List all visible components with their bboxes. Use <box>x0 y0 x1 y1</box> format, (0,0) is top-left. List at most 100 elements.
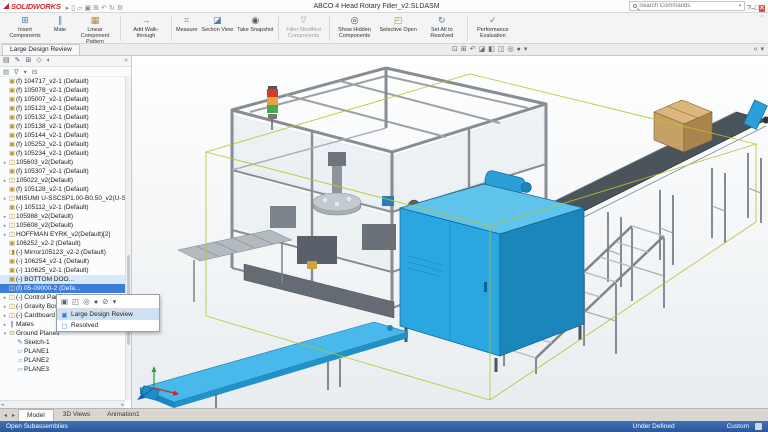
scroll-right-icon[interactable]: ▸ <box>121 402 124 408</box>
tree-item[interactable]: ▣ (f) 105007_v2-1 (Default) <box>0 95 125 104</box>
tree-item[interactable]: ▱ PLANE1 <box>0 347 125 356</box>
tree-item[interactable]: ▣ (-) 105112_v2-1 (Default) <box>0 203 125 212</box>
tree-item[interactable]: ✎ Sketch-1 <box>0 338 125 347</box>
tree-item[interactable]: ▣ (f) 105128_v2-1 (Default) <box>0 185 125 194</box>
view-orientation-icon[interactable]: ◧ <box>488 45 495 55</box>
context-isolate-icon[interactable]: ◎ <box>83 297 90 306</box>
status-options-icon[interactable] <box>755 423 762 430</box>
tree-item[interactable]: ▸ ◫ HOFFMAN EYRK_v2(Default)[2] <box>0 230 125 239</box>
save-icon[interactable]: ▣ <box>83 5 92 12</box>
previous-view-icon[interactable]: ↶ <box>470 45 476 55</box>
options-icon[interactable]: ⚙ <box>116 5 124 12</box>
dimxpertmanager-tab-icon[interactable]: ◇ <box>36 56 41 66</box>
ribbon-button-insert-components[interactable]: ⊞ Insert Components <box>2 14 48 43</box>
search-icon <box>633 4 638 8</box>
panel-splitter-icon[interactable]: « <box>124 56 128 66</box>
tree-vertical-scrollbar[interactable] <box>125 77 131 400</box>
graphics-viewport[interactable] <box>132 56 768 408</box>
infeed-conveyor[interactable] <box>139 321 410 408</box>
search-input[interactable] <box>639 3 737 9</box>
tree-item[interactable]: ▸◫MISUMI U-SSCSP1.00-B0.50_v2(U-SSCSP130… <box>0 194 125 203</box>
search-chevron-icon[interactable]: ▾ <box>739 3 742 9</box>
doc-tab-animation1[interactable]: Animation1 <box>99 409 148 421</box>
rebuild-icon[interactable]: ↻ <box>108 5 116 12</box>
ribbon-button-show-hidden[interactable]: ◎ Show Hidden Components <box>332 14 378 43</box>
context-suppress-icon[interactable]: ⊘ <box>102 297 108 306</box>
display-style-icon[interactable]: ◫ <box>498 45 505 55</box>
part-icon: ▣ <box>8 96 16 103</box>
ribbon-button-selective-open[interactable]: ◰ Selective Open <box>378 14 419 43</box>
tree-item[interactable]: ▣ (-) 110625_v2-1 (Default) <box>0 266 125 275</box>
ribbon-button-measure[interactable]: ⌗ Measure <box>174 14 199 43</box>
tree-item[interactable]: ◨ (-) Mirror105123_v2-2 (Default) <box>0 248 125 257</box>
search-commands-box[interactable]: ▾ <box>629 1 746 11</box>
scene-icon[interactable]: ▾ <box>524 45 528 55</box>
ribbon-collapse-icon[interactable]: ˆ <box>758 14 766 43</box>
context-more-icon[interactable]: ▾ <box>113 297 117 306</box>
context-appearance-icon[interactable]: ● <box>94 297 99 306</box>
tree-item[interactable]: ▣ (f) 104717_v2-1 (Default) <box>0 77 125 86</box>
tree-item[interactable]: ▣ (f) 105123_v2-1 (Default) <box>0 104 125 113</box>
ribbon-button-snapshot[interactable]: ◉ Take Snapshot <box>235 14 275 43</box>
tree-item[interactable]: ▣ (-) 106254_v2-1 (Default) <box>0 257 125 266</box>
appearance-icon[interactable]: ● <box>517 45 521 55</box>
scroll-left-icon[interactable]: ◂ <box>1 402 4 408</box>
tree-item[interactable]: ◫ (f) 05-09000-2 (Defa... <box>0 284 125 293</box>
featuremanager-tab-icon[interactable]: ▤ <box>3 56 10 66</box>
part-icon: ▣ <box>8 276 16 283</box>
context-menu-item[interactable]: ▢ Resolved <box>57 320 159 331</box>
ribbon-button-section-view[interactable]: ◪ Section View <box>199 14 235 43</box>
tree-item[interactable]: ▣ (f) 105234_v2-1 (Default) <box>0 149 125 158</box>
collapse-all-icon[interactable]: ⊟ <box>32 68 37 76</box>
doc-tab-model[interactable]: Model <box>18 409 54 421</box>
section-view-icon[interactable]: ◪ <box>479 45 486 55</box>
assembly-icon: ◫ <box>8 222 16 229</box>
ribbon-button-mate[interactable]: ∥ Mate <box>48 14 72 43</box>
tree-item-label: (f) 105128_v2-1 (Default) <box>16 186 89 193</box>
tree-item[interactable]: ▸ ◫ 105603_v2(Default) <box>0 158 125 167</box>
context-open-icon[interactable]: ◰ <box>72 297 79 306</box>
undo-icon[interactable]: ↶ <box>100 5 108 12</box>
context-menu-item[interactable]: ▣ Large Design Review <box>57 309 159 320</box>
ribbon-button-label: Add Walk-through <box>133 27 159 39</box>
tree-item[interactable]: ▣ (-) BOTTOM DOO... <box>0 275 125 284</box>
ribbon-button-linear-pattern[interactable]: ▦ Linear Component Pattern <box>72 14 118 45</box>
tab-scroll-left-icon[interactable]: ◂ <box>2 412 9 419</box>
doc-tab-3d-views[interactable]: 3D Views <box>55 409 98 421</box>
stack-light[interactable] <box>267 86 278 130</box>
tab-large-design-review[interactable]: Large Design Review <box>2 44 80 55</box>
tree-item[interactable]: ▸ ◫ 105022_v2(Default) <box>0 176 125 185</box>
tree-item[interactable]: ▣ (f) 105138_v2-1 (Default) <box>0 122 125 131</box>
ribbon-button-set-resolved[interactable]: ↻ Set All to Resolved <box>419 14 465 43</box>
filter-dropdown-icon[interactable]: ▾ <box>24 68 27 76</box>
status-custom-label[interactable]: Custom <box>727 423 749 430</box>
undock-panel-icon[interactable]: « <box>754 45 758 55</box>
tree-item[interactable]: ▣ (f) 105307_v2-1 (Default) <box>0 167 125 176</box>
ribbon-button-walkthrough[interactable]: → Add Walk-through <box>123 14 169 43</box>
ribbon-button-performance[interactable]: ✓ Performance Evaluation <box>470 14 516 43</box>
zoom-fit-icon[interactable]: ⊡ <box>452 45 458 55</box>
print-icon[interactable]: ⊞ <box>92 5 100 12</box>
tab-scroll-right-icon[interactable]: ▸ <box>10 412 17 419</box>
propertymanager-tab-icon[interactable]: ✎ <box>15 56 21 66</box>
tree-item-label: (-) 110625_v2-1 (Default) <box>16 267 89 274</box>
tree-item[interactable]: ▣ 106252_v2-2 (Default) <box>0 239 125 248</box>
filter-icon[interactable]: ∇ <box>14 68 18 76</box>
hide-show-icon[interactable]: ◎ <box>508 45 514 55</box>
tree-item[interactable]: ▱ PLANE3 <box>0 365 125 374</box>
tree-item[interactable]: ▣ (f) 105078_v2-1 (Default) <box>0 86 125 95</box>
tree-item[interactable]: ▣ (f) 105132_v2-1 (Default) <box>0 113 125 122</box>
tree-item[interactable]: ▣ (f) 105144_v2-1 (Default) <box>0 131 125 140</box>
tree-horizontal-scrollbar[interactable]: ◂ ▸ <box>0 400 125 408</box>
displaymanager-tab-icon[interactable]: ◐ <box>47 56 51 66</box>
tree-item[interactable]: ▸ ◫ 105608_v2(Default) <box>0 221 125 230</box>
close-button[interactable]: ✕ <box>759 5 765 12</box>
tree-item[interactable]: ▸ ◫ 105988_v2(Default) <box>0 212 125 221</box>
display-pane-icon[interactable]: ▤ <box>3 68 9 76</box>
context-properties-icon[interactable]: ▣ <box>61 297 68 306</box>
tree-item[interactable]: ▱ PLANE2 <box>0 356 125 365</box>
task-pane-icon[interactable]: ▾ <box>760 45 764 55</box>
zoom-area-icon[interactable]: ⊞ <box>461 45 467 55</box>
configurationmanager-tab-icon[interactable]: ⊞ <box>26 56 32 66</box>
tree-item[interactable]: ▣ (f) 105252_v2-1 (Default) <box>0 140 125 149</box>
